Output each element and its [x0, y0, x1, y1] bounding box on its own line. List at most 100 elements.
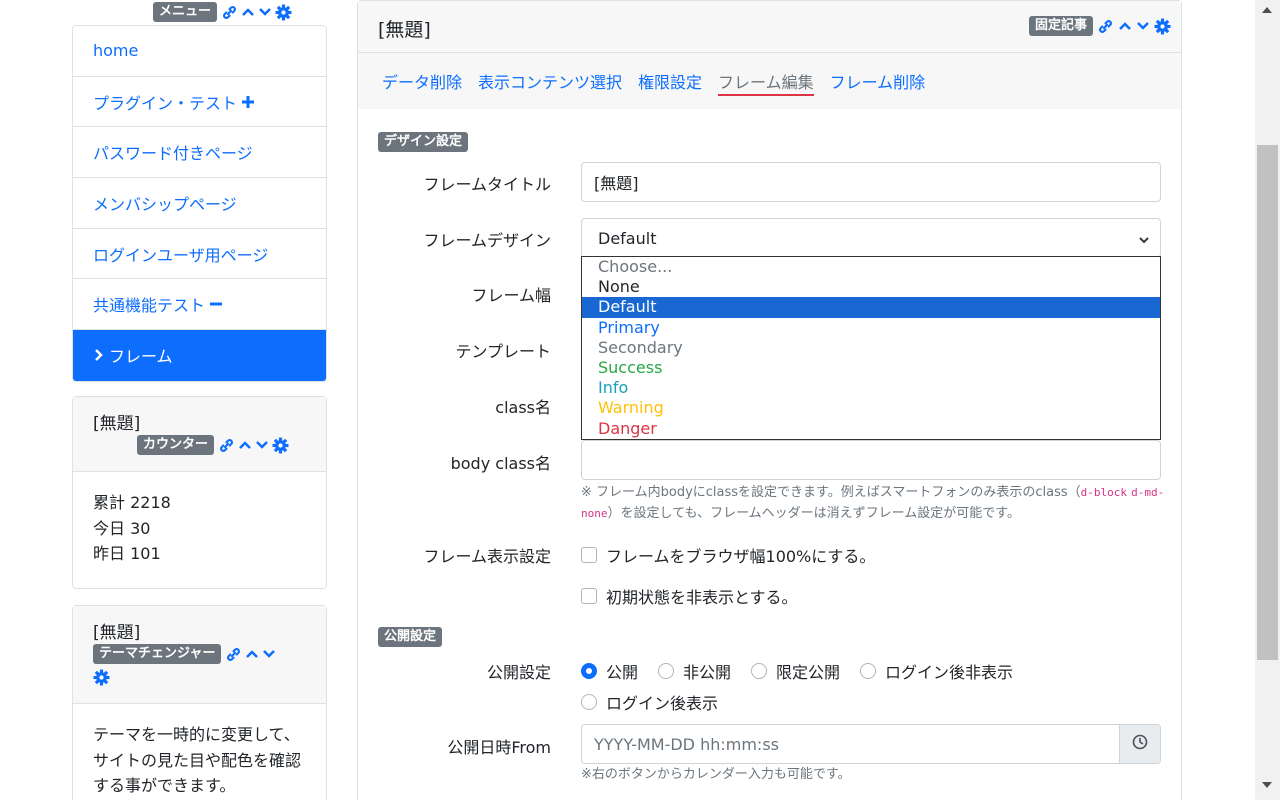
scrollbar-thumb[interactable]	[1257, 145, 1278, 660]
body-class-hint: ※ フレーム内bodyにclassを設定できます。例えばスマートフォンのみ表示の…	[581, 485, 1165, 521]
radio-button[interactable]	[751, 663, 768, 679]
menu-item-login-user-page[interactable]: ログインユーザ用ページ	[73, 229, 326, 280]
menu-item-frame[interactable]: フレーム	[73, 330, 326, 381]
tab-permissions[interactable]: 権限設定	[638, 69, 702, 93]
option-primary[interactable]: Primary	[582, 318, 1160, 338]
frame-width-label: フレーム幅	[471, 286, 551, 305]
chevron-down-icon[interactable]	[255, 438, 269, 452]
chevron-down-icon[interactable]	[1136, 19, 1150, 33]
gear-icon[interactable]	[93, 669, 110, 686]
chevron-up-icon[interactable]	[241, 5, 255, 19]
option-warning[interactable]: Warning	[582, 398, 1160, 418]
publish-from-placeholder: YYYY-MM-DD hh:mm:ss	[594, 734, 779, 754]
option-secondary[interactable]: Secondary	[582, 338, 1160, 358]
radio-private[interactable]: 非公開	[658, 659, 731, 683]
frame-design-select[interactable]: Default	[581, 218, 1161, 258]
menu-item-membership-page[interactable]: メンバシップページ	[73, 178, 326, 229]
body-class-input[interactable]	[581, 440, 1161, 480]
tab-delete-data[interactable]: データ削除	[382, 69, 462, 93]
full-width-checkbox[interactable]: フレームをブラウザ幅100%にする。	[581, 543, 875, 567]
option-success[interactable]: Success	[582, 358, 1160, 378]
plus-icon	[241, 95, 255, 109]
page-scrollbar[interactable]	[1255, 0, 1280, 800]
theme-card-text: する事ができます。	[93, 776, 236, 795]
menu-item-label: 共通機能テスト	[93, 296, 206, 316]
frame-tabs: データ削除 表示コンテンツ選択 権限設定 フレーム編集 フレーム削除	[358, 53, 1181, 109]
chevron-down-icon[interactable]	[262, 647, 276, 661]
radio-button[interactable]	[581, 663, 597, 679]
theme-card-text: テーマを一時的に変更して、	[93, 725, 300, 744]
menu-badge: メニュー	[153, 2, 218, 22]
checkbox[interactable]	[581, 588, 597, 604]
frame-header: [無題] 固定記事	[358, 1, 1181, 53]
radio-button[interactable]	[581, 694, 597, 710]
theme-card-body: テーマを一時的に変更して、 サイトの見た目や配色を確認 する事ができます。	[73, 704, 326, 800]
option-info[interactable]: Info	[582, 378, 1160, 398]
menu-item-home[interactable]: home	[73, 26, 326, 77]
frame-display-label: フレーム表示設定	[423, 547, 551, 566]
gear-icon[interactable]	[275, 4, 292, 21]
gear-icon[interactable]	[1154, 18, 1171, 35]
link-icon[interactable]	[221, 4, 238, 21]
chevron-up-icon[interactable]	[245, 647, 259, 661]
radio-limited[interactable]: 限定公開	[751, 659, 840, 683]
link-icon[interactable]	[225, 646, 242, 663]
frame-title-label: フレームタイトル	[423, 175, 551, 194]
menu-item-password-page[interactable]: パスワード付きページ	[73, 127, 326, 179]
chevron-down-icon[interactable]	[258, 5, 272, 19]
calendar-button[interactable]	[1119, 725, 1160, 763]
frame-title-input[interactable]: [無題]	[581, 162, 1161, 202]
gear-icon[interactable]	[272, 437, 289, 454]
menu-header: メニュー	[153, 2, 292, 22]
tab-edit-frame[interactable]: フレーム編集	[718, 69, 814, 96]
frame-design-options: Choose... None Default Primary Secondary…	[581, 256, 1161, 440]
radio-button[interactable]	[658, 663, 675, 679]
fixed-article-badge: 固定記事	[1028, 16, 1093, 36]
frame-title: [無題]	[378, 19, 431, 41]
radio-public[interactable]: 公開	[581, 659, 638, 683]
chevron-up-icon[interactable]	[238, 438, 252, 452]
chevron-right-icon	[93, 349, 105, 362]
menu-item-label: プラグイン・テスト	[93, 93, 238, 113]
link-icon[interactable]	[1097, 18, 1114, 35]
counter-card-title: [無題]	[93, 414, 141, 434]
publish-from-input[interactable]: YYYY-MM-DD hh:mm:ss	[581, 724, 1161, 764]
menu-list: home プラグイン・テスト パスワード付きページ メンバシップページ ログイン…	[72, 25, 327, 382]
class-name-label: class名	[495, 398, 551, 417]
checkbox-label: フレームをブラウザ幅100%にする。	[606, 547, 876, 566]
scroll-up-arrow[interactable]	[1262, 7, 1272, 13]
publish-radio-group: 公開 非公開 限定公開 ログイン後非表示 ログイン後表示	[581, 659, 1161, 714]
frame-design-selected: Default	[598, 228, 657, 248]
publish-settings-badge: 公開設定	[378, 627, 443, 647]
theme-card-title: [無題]	[93, 623, 141, 643]
counter-card-header: [無題] カウンター	[73, 397, 326, 472]
design-settings-badge: デザイン設定	[378, 132, 469, 152]
checkbox[interactable]	[581, 547, 597, 563]
link-icon[interactable]	[218, 437, 235, 454]
radio-show-after-login[interactable]: ログイン後表示	[581, 690, 718, 714]
menu-item-plugin-test[interactable]: プラグイン・テスト	[73, 77, 326, 128]
option-default[interactable]: Default	[582, 297, 1160, 318]
publish-from-hint: ※右のボタンからカレンダー入力も可能です。	[581, 767, 851, 782]
counter-badge: カウンター	[137, 435, 215, 455]
counter-card-body: 累計 2218 今日 30 昨日 101	[73, 472, 326, 583]
theme-card-header: [無題] テーマチェンジャー	[73, 606, 326, 704]
chevron-up-icon[interactable]	[1118, 19, 1132, 33]
option-none[interactable]: None	[582, 277, 1160, 297]
publish-from-label: 公開日時From	[447, 738, 551, 757]
radio-hide-after-login[interactable]: ログイン後非表示	[860, 659, 1013, 683]
publish-label: 公開設定	[486, 663, 551, 682]
menu-item-label: ログインユーザ用ページ	[93, 245, 269, 265]
scroll-down-arrow[interactable]	[1262, 782, 1272, 788]
radio-button[interactable]	[860, 663, 877, 679]
option-danger[interactable]: Danger	[582, 419, 1160, 439]
menu-item-label: フレーム	[109, 347, 173, 367]
menu-item-common-test[interactable]: 共通機能テスト	[73, 279, 326, 331]
tab-select-content[interactable]: 表示コンテンツ選択	[478, 69, 622, 93]
clock-icon	[1132, 734, 1148, 754]
body-class-label: body class名	[450, 454, 551, 473]
option-choose[interactable]: Choose...	[582, 257, 1160, 277]
tab-delete-frame[interactable]: フレーム削除	[830, 69, 926, 93]
counter-card: [無題] カウンター 累計 2218 今日 30 昨日 101	[72, 396, 327, 589]
initially-hidden-checkbox[interactable]: 初期状態を非表示とする。	[581, 584, 798, 608]
